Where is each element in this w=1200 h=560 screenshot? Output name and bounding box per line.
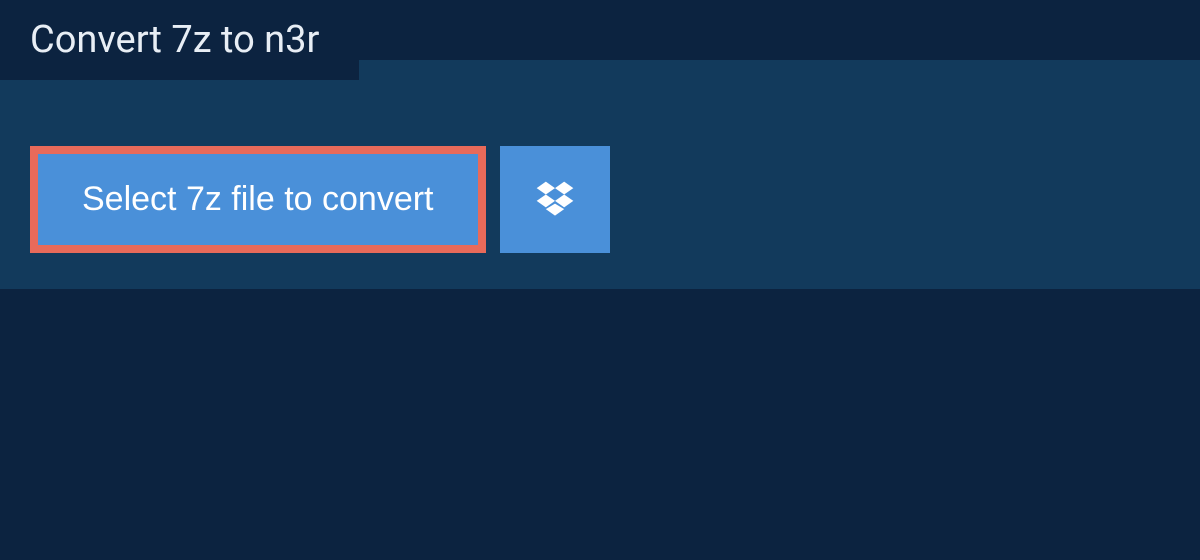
- page-title: Convert 7z to n3r: [30, 18, 319, 62]
- tab-header: Convert 7z to n3r: [0, 0, 359, 80]
- dropbox-button[interactable]: [500, 146, 610, 253]
- select-file-label: Select 7z file to convert: [82, 180, 434, 219]
- action-row: Select 7z file to convert: [0, 116, 1200, 289]
- converter-panel: Convert 7z to n3r Select 7z file to conv…: [0, 60, 1200, 289]
- dropbox-icon: [533, 178, 577, 222]
- select-file-button[interactable]: Select 7z file to convert: [30, 146, 486, 253]
